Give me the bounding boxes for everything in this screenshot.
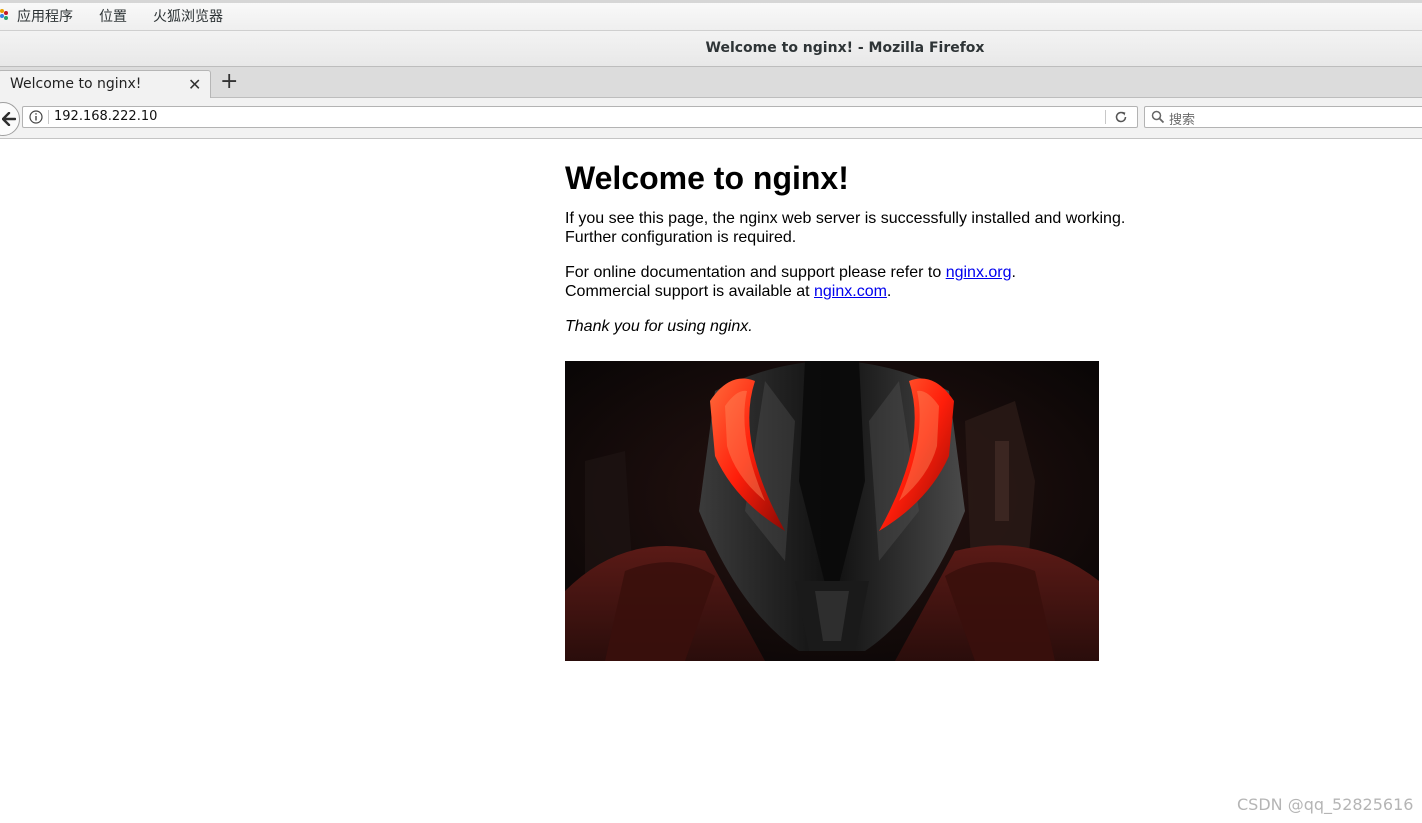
- new-tab-button[interactable]: +: [220, 70, 238, 94]
- site-info-icon[interactable]: [29, 110, 43, 124]
- docs-text: For online documentation and support ple…: [565, 264, 946, 281]
- commercial-period: .: [886, 283, 892, 300]
- window-titlebar[interactable]: Welcome to nginx! - Mozilla Firefox: [0, 31, 1422, 67]
- search-input[interactable]: 搜索: [1169, 109, 1195, 128]
- csdn-watermark: CSDN @qq_52825616: [1237, 795, 1414, 814]
- tab-strip: Welcome to nginx! ✕ +: [0, 67, 1422, 98]
- intro-paragraph: If you see this page, the nginx web serv…: [565, 209, 1185, 247]
- applications-icon: [0, 9, 9, 21]
- support-paragraph: For online documentation and support ple…: [565, 263, 1185, 301]
- screen: 应用程序 位置 火狐浏览器 Welcome to nginx! - Mozill…: [0, 0, 1422, 823]
- window-title: Welcome to nginx! - Mozilla Firefox: [705, 40, 985, 56]
- tab-close-icon[interactable]: ✕: [188, 75, 201, 94]
- url-bar[interactable]: 192.168.222.10: [22, 106, 1138, 128]
- reload-icon[interactable]: [1114, 110, 1128, 124]
- tab-label: Welcome to nginx!: [10, 76, 142, 92]
- commercial-text: Commercial support is available at: [565, 283, 814, 300]
- back-button[interactable]: [0, 102, 20, 136]
- thanks-paragraph: Thank you for using nginx.: [565, 317, 1185, 336]
- desktop-top-bar: 应用程序 位置 火狐浏览器: [0, 0, 1422, 31]
- docs-period: .: [1011, 264, 1016, 281]
- search-icon: [1151, 110, 1165, 124]
- back-arrow-icon: [2, 112, 16, 126]
- firefox-menu[interactable]: 火狐浏览器: [153, 6, 223, 26]
- page-content: Welcome to nginx! If you see this page, …: [565, 139, 1185, 336]
- applications-menu[interactable]: 应用程序: [17, 6, 73, 26]
- url-input[interactable]: 192.168.222.10: [54, 109, 157, 124]
- top-strip: [0, 0, 1422, 3]
- navigation-toolbar: 192.168.222.10 搜索: [0, 98, 1422, 139]
- thanks-text: Thank you for using nginx.: [565, 318, 753, 335]
- url-separator: [48, 110, 49, 124]
- intro-line-2: Further configuration is required.: [565, 229, 797, 246]
- tab-welcome-nginx[interactable]: Welcome to nginx! ✕: [0, 70, 211, 98]
- nginx-org-link[interactable]: nginx.org: [946, 264, 1012, 281]
- hero-image: [565, 361, 1099, 661]
- armored-character-illustration: [565, 361, 1099, 661]
- places-menu[interactable]: 位置: [99, 6, 127, 26]
- url-separator-right: [1105, 110, 1106, 124]
- page-heading: Welcome to nginx!: [565, 160, 849, 196]
- search-bar[interactable]: 搜索: [1144, 106, 1422, 128]
- intro-line-1: If you see this page, the nginx web serv…: [565, 210, 1126, 227]
- nginx-com-link[interactable]: nginx.com: [814, 283, 887, 300]
